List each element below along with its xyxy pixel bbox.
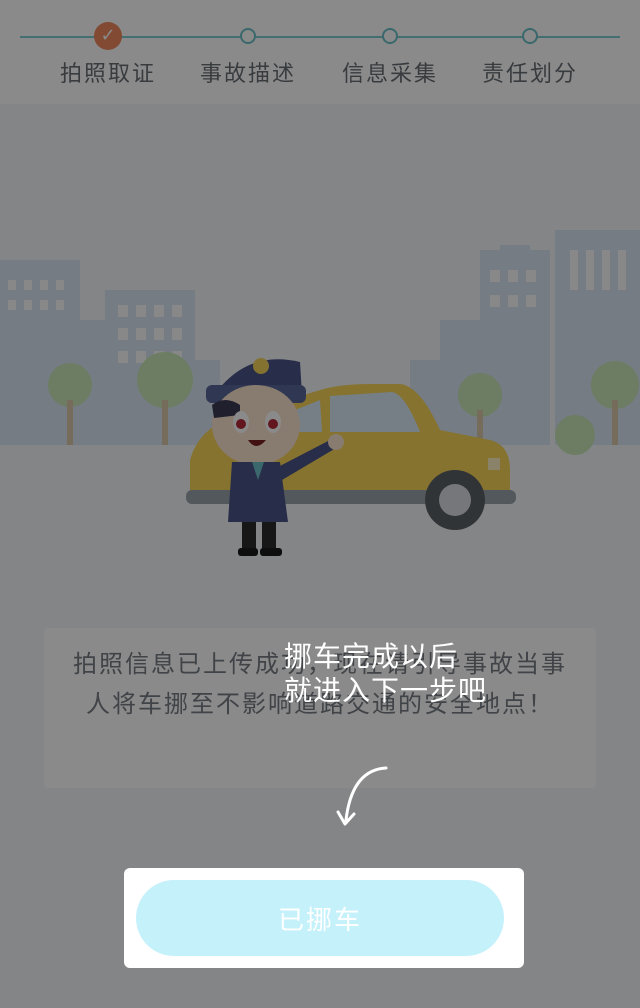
guide-overlay[interactable]: [0, 0, 640, 1008]
guide-tip: 挪车完成以后 就进入下一步吧: [284, 640, 544, 708]
guide-tip-line1: 挪车完成以后: [284, 640, 459, 673]
accident-photo-page: ✓ 拍照取证 事故描述 信息采集 责任划分 拍照信息已上传成功，现在请引导事故当…: [0, 0, 640, 1008]
car-moved-button[interactable]: 已挪车: [136, 880, 504, 956]
button-spotlight: 已挪车: [124, 868, 524, 968]
guide-tip-line2: 就进入下一步吧: [284, 674, 488, 707]
curved-arrow-icon: [336, 766, 388, 826]
